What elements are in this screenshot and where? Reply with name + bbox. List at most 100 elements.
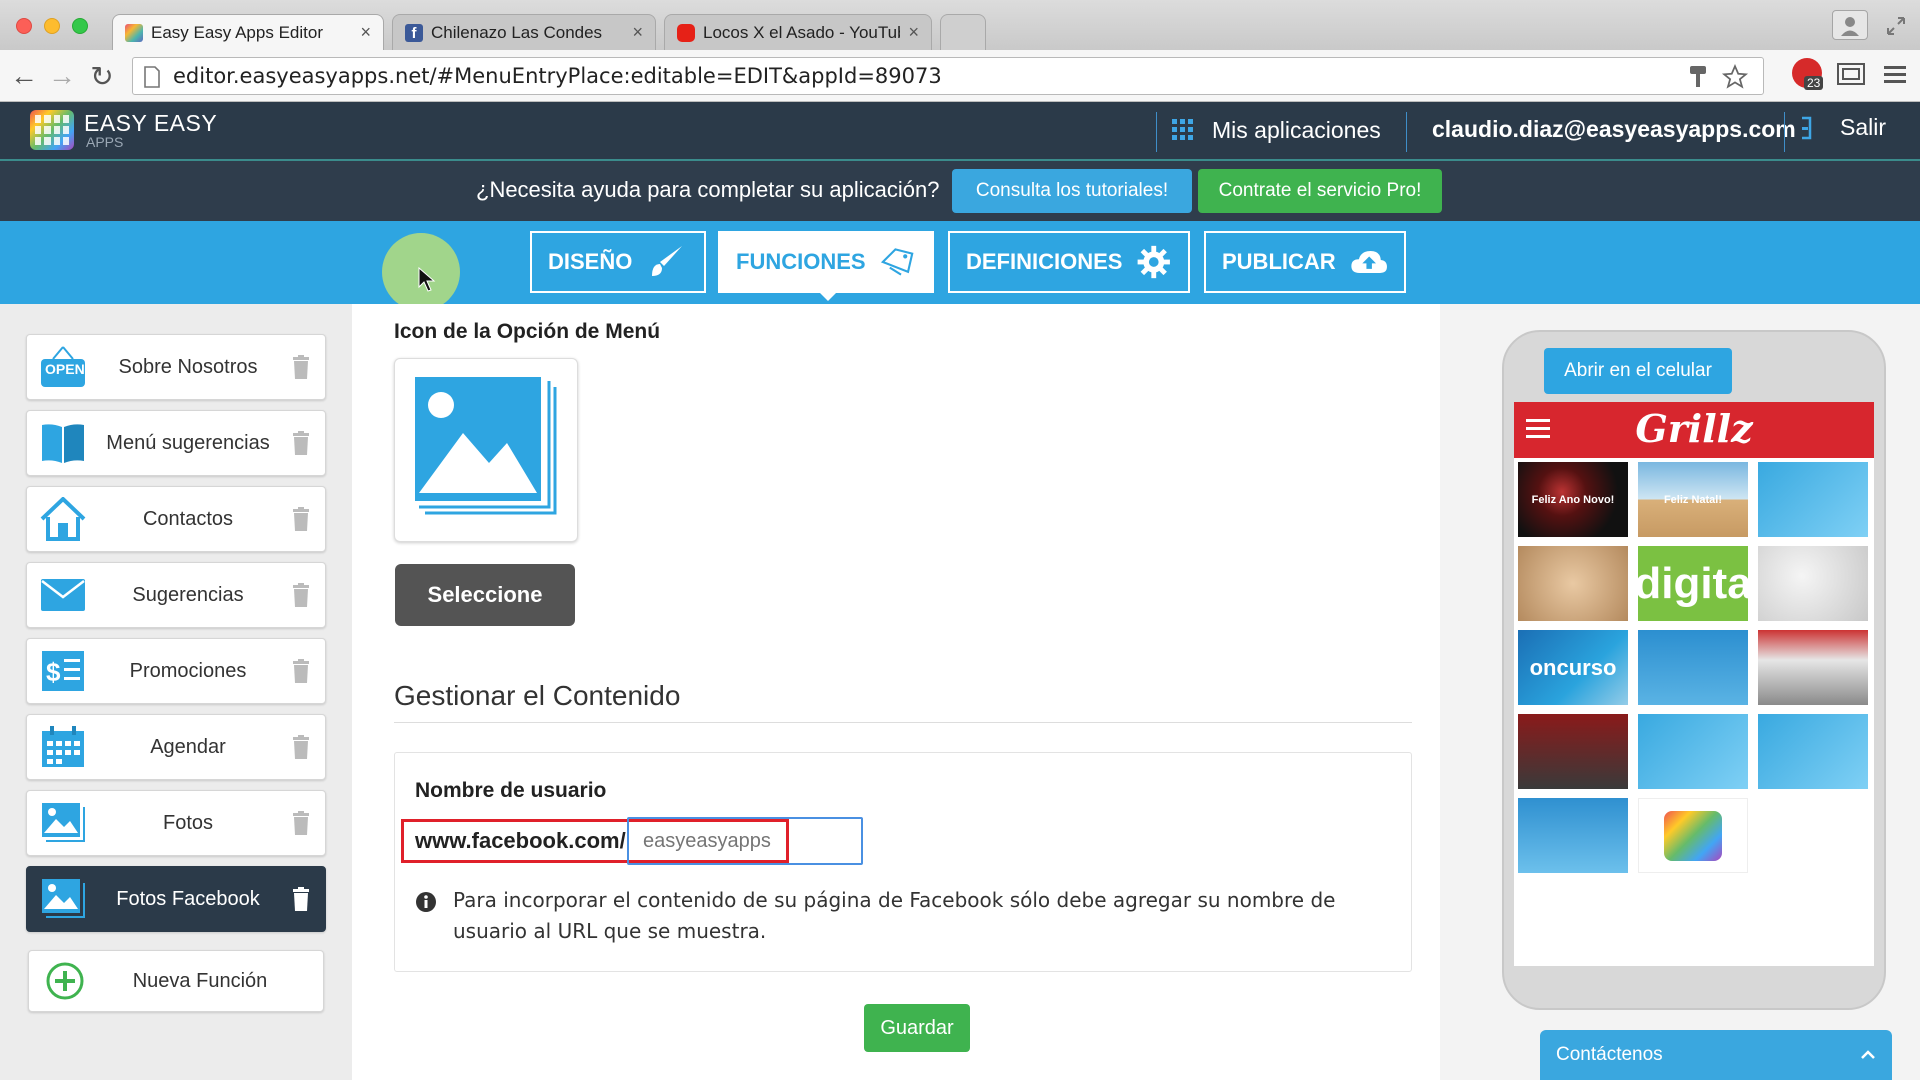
calendar-icon <box>39 724 87 770</box>
app-thumbnail[interactable] <box>1758 714 1868 789</box>
app-title-bar: Grillz <box>1514 402 1874 458</box>
tab-publicar[interactable]: PUBLICAR <box>1204 231 1406 293</box>
sidebar-item-sobre-nosotros[interactable]: OPEN Sobre Nosotros <box>26 334 326 400</box>
new-function-button[interactable]: Nueva Función <box>28 950 324 1012</box>
select-icon-button[interactable]: Seleccione <box>395 564 575 626</box>
paintbrush-icon <box>652 246 683 276</box>
facebook-username-input[interactable] <box>627 817 863 865</box>
trash-icon[interactable] <box>289 507 313 531</box>
cast-icon[interactable] <box>1836 62 1866 88</box>
header-divider <box>1406 112 1407 152</box>
app-thumbnail[interactable] <box>1518 798 1628 873</box>
tab-label: DISEÑO <box>548 249 633 274</box>
my-apps-link[interactable]: Mis aplicaciones <box>1172 114 1381 146</box>
reload-icon[interactable]: ↻ <box>86 60 118 93</box>
browser-tab-strip: Easy Easy Apps Editor × f Chilenazo Las … <box>0 0 1920 50</box>
url-text: editor.easyeasyapps.net/#MenuEntryPlace:… <box>173 64 942 88</box>
bookmark-star-icon[interactable] <box>1721 64 1749 90</box>
sidebar-item-promociones[interactable]: $ Promociones <box>26 638 326 704</box>
open-sign-icon: OPEN <box>39 344 87 390</box>
address-bar[interactable]: editor.easyeasyapps.net/#MenuEntryPlace:… <box>132 57 1764 95</box>
logout-label: Salir <box>1840 114 1887 140</box>
app-thumbnail[interactable] <box>1638 714 1748 789</box>
sidebar-item-label: Fotos <box>162 811 214 834</box>
functions-sidebar: OPEN Sobre Nosotros Menú sugerencias Con… <box>0 304 352 1080</box>
envelope-icon <box>39 572 87 618</box>
tab-funciones[interactable]: FUNCIONES <box>718 231 934 301</box>
browser-tab-editor[interactable]: Easy Easy Apps Editor × <box>112 14 384 50</box>
function-nav-bar: DISEÑO FUNCIONES DEFINICIONES PUBLICAR <box>0 221 1920 311</box>
app-thumbnail[interactable] <box>1758 630 1868 705</box>
header-divider <box>1156 112 1157 152</box>
pro-service-button[interactable]: Contrate el servicio Pro! <box>1198 169 1442 213</box>
help-bar: ¿Necesita ayuda para completar su aplica… <box>0 159 1920 221</box>
sidebar-item-menu-sugerencias[interactable]: Menú sugerencias <box>26 410 326 476</box>
sidebar-item-label: Fotos Facebook <box>116 887 260 910</box>
app-thumbnail[interactable] <box>1758 462 1868 537</box>
trash-icon[interactable] <box>289 887 313 911</box>
sidebar-item-sugerencias[interactable]: Sugerencias <box>26 562 326 628</box>
app-thumbnail[interactable]: Feliz Natal! <box>1638 462 1748 537</box>
app-thumbnail[interactable] <box>1758 546 1868 621</box>
app-thumbnail[interactable]: digita <box>1638 546 1748 621</box>
close-window-button[interactable] <box>16 18 32 34</box>
active-tab-pointer <box>818 291 838 301</box>
app-thumbnail[interactable] <box>1518 546 1628 621</box>
app-thumbnail[interactable] <box>1638 630 1748 705</box>
trash-icon[interactable] <box>289 355 313 379</box>
contact-widget-label: Contáctenos <box>1556 1044 1663 1065</box>
trash-icon[interactable] <box>289 659 313 683</box>
thumbnail-caption: Feliz Natal! <box>1663 493 1723 506</box>
tab-close-icon[interactable]: × <box>360 22 371 43</box>
forward-arrow-icon[interactable]: → <box>46 60 78 92</box>
gear-icon <box>1138 245 1171 279</box>
trash-icon[interactable] <box>289 811 313 835</box>
trash-icon[interactable] <box>289 431 313 455</box>
menu-icon-preview[interactable] <box>394 358 578 542</box>
user-email[interactable]: claudio.diaz@easyeasyapps.com <box>1432 116 1796 143</box>
profile-button[interactable] <box>1832 10 1868 40</box>
maximize-window-button[interactable] <box>72 18 88 34</box>
cloud-upload-icon <box>1351 251 1387 273</box>
help-question: ¿Necesita ayuda para completar su aplica… <box>476 177 940 202</box>
new-function-label: Nueva Función <box>132 969 268 992</box>
browser-tab-chilenazo[interactable]: f Chilenazo Las Condes × <box>392 14 656 50</box>
thumbnail-grid: Feliz Ano Novo! Feliz Natal! digita oncurso <box>1518 462 1870 873</box>
tab-definiciones[interactable]: DEFINICIONES <box>948 231 1190 293</box>
open-in-mobile-button[interactable]: Abrir en el celular <box>1544 348 1732 394</box>
tab-label: DEFINICIONES <box>966 249 1123 274</box>
app-thumbnail[interactable]: oncurso <box>1518 630 1628 705</box>
youtube-favicon-icon <box>677 23 695 42</box>
menu-icon[interactable] <box>1884 64 1908 86</box>
app-header: EASY EASY APPS Mis aplicaciones claudio.… <box>0 102 1920 159</box>
sidebar-item-contactos[interactable]: Contactos <box>26 486 326 552</box>
fullscreen-icon[interactable] <box>1884 14 1908 38</box>
logo-icon[interactable] <box>30 110 74 150</box>
tab-close-icon[interactable]: × <box>632 22 643 43</box>
new-tab-button[interactable] <box>940 14 986 50</box>
back-arrow-icon[interactable]: ← <box>8 60 40 92</box>
sidebar-item-agendar[interactable]: Agendar <box>26 714 326 780</box>
phone-frame: Abrir en el celular Grillz Feliz Ano Nov… <box>1502 330 1886 1010</box>
key-icon[interactable] <box>1687 64 1709 90</box>
app-thumbnail[interactable] <box>1638 798 1748 873</box>
contact-widget[interactable]: Contáctenos <box>1540 1030 1892 1080</box>
extension-icon[interactable]: 23 <box>1792 58 1824 90</box>
trash-icon[interactable] <box>289 735 313 759</box>
tab-diseno[interactable]: DISEÑO <box>530 231 706 293</box>
logout-link[interactable]: Salir <box>1800 114 1886 141</box>
tab-close-icon[interactable]: × <box>908 22 919 43</box>
browser-tab-youtube[interactable]: Locos X el Asado - YouTube × <box>664 14 932 50</box>
minimize-window-button[interactable] <box>44 18 60 34</box>
page-icon <box>144 66 160 88</box>
save-button[interactable]: Guardar <box>864 1004 970 1052</box>
sidebar-item-fotos-facebook[interactable]: Fotos Facebook <box>26 866 326 932</box>
app-thumbnail[interactable]: Feliz Ano Novo! <box>1518 462 1628 537</box>
trash-icon[interactable] <box>289 583 313 607</box>
tutorials-button[interactable]: Consulta los tutoriales! <box>952 169 1192 213</box>
sidebar-item-fotos[interactable]: Fotos <box>26 790 326 856</box>
book-icon <box>39 420 87 466</box>
app-thumbnail[interactable] <box>1518 714 1628 789</box>
facebook-settings-panel: Nombre de usuario www.facebook.com/ Para… <box>394 752 1412 972</box>
easyeasy-favicon-icon <box>125 23 143 42</box>
